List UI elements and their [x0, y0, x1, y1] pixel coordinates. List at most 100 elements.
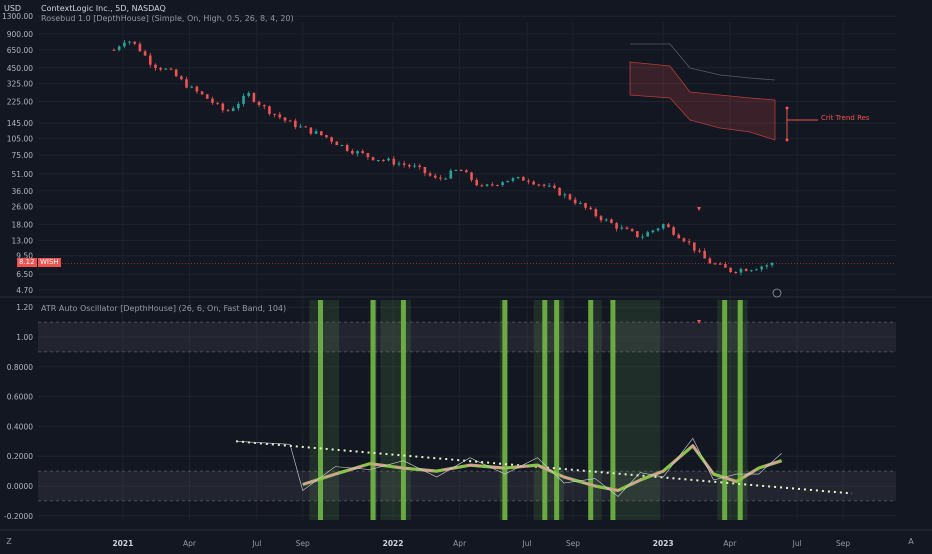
time-tick-label: 2021 [112, 539, 133, 548]
chart-stage: 1300.00 900.00 650.00 450.00 325.00 225.00 145… [0, 0, 932, 550]
price-tick-label: 4.70 [16, 286, 33, 295]
candle-body [770, 263, 774, 266]
candle-body [667, 224, 670, 228]
osc-tick-label: 1.20 [16, 303, 33, 312]
candle-body [558, 187, 561, 196]
candle-body [542, 184, 546, 186]
chart-canvas: 1300.00 900.00 650.00 450.00 325.00 225.00 145… [0, 12, 932, 548]
candle-body [361, 151, 365, 154]
candle-body [382, 159, 385, 161]
signal-bar [722, 300, 728, 520]
time-tick-label: Apr [723, 539, 737, 548]
candle-body [501, 182, 504, 186]
symbol-title[interactable]: ContextLogic Inc., 5D, NASDAQ [41, 4, 166, 13]
candle-body [724, 264, 727, 268]
osc-tick-label: 1.00 [16, 333, 33, 342]
candle-body [143, 51, 147, 56]
resistance-cloud [629, 61, 776, 141]
candle-body [371, 157, 375, 161]
candle-body [475, 180, 478, 186]
candle-body [755, 269, 758, 271]
candle-body [216, 102, 219, 104]
candle-body [138, 43, 142, 52]
signal-bar [318, 300, 324, 520]
candle-body [304, 126, 308, 128]
candle-body [547, 185, 551, 187]
z-badge[interactable]: Z [4, 537, 14, 546]
candle-body [335, 141, 339, 146]
candle-body [522, 177, 525, 181]
candle-body [516, 177, 520, 179]
time-tick-label: Jul [522, 539, 532, 548]
time-tick-label: Jul [251, 539, 261, 548]
price-tick-label: 650.00 [7, 46, 33, 55]
crit-trend-dot-top [785, 106, 789, 110]
candle-body [765, 265, 769, 267]
candle-body [237, 103, 240, 109]
candle-body [351, 150, 354, 154]
price-tick-label: 225.00 [7, 98, 33, 107]
candle-body [154, 64, 157, 69]
candle-body [205, 94, 209, 99]
candle-body [262, 105, 266, 107]
candle-body [677, 234, 681, 239]
signal-zone [533, 300, 565, 520]
candle-body [615, 223, 618, 229]
price-tick-label: 75.00 [12, 151, 34, 160]
candle-body [672, 227, 675, 235]
candle-body [397, 163, 401, 165]
candle-body [713, 263, 717, 265]
candle-body [718, 263, 722, 265]
candle-body [568, 194, 572, 200]
symbol-tag: WISH [38, 258, 61, 267]
candle-body [366, 153, 370, 158]
candle-body [563, 194, 567, 196]
candle-body [309, 127, 313, 134]
candle-body [687, 241, 691, 243]
candle-body [579, 203, 582, 205]
osc-tick-label: -0.2000 [4, 512, 33, 521]
candle-body [268, 106, 271, 114]
price-tick-label: 1300.00 [2, 12, 33, 21]
candle-body [693, 242, 696, 251]
candle-body [610, 219, 613, 224]
time-tick-label: Jul [792, 539, 802, 548]
candle-body [252, 93, 256, 102]
oscillator-title[interactable]: ATR Auto Oscillator [DepthHouse] (26, 6,… [41, 304, 286, 313]
candle-body [527, 180, 530, 182]
candle-body [330, 137, 333, 142]
time-tick-label: Sep [836, 539, 850, 548]
candle-body [319, 131, 323, 136]
candle-body [413, 165, 416, 167]
candle-body [195, 86, 199, 92]
price-tick-label: 13.00 [12, 236, 34, 245]
price-tick-label: 18.00 [12, 221, 34, 230]
candle-body [288, 120, 292, 122]
currency-label: USD [4, 4, 22, 13]
candle-body [211, 98, 214, 103]
signal-bar [400, 300, 406, 520]
candle-body [760, 266, 763, 270]
candle-body [641, 236, 644, 238]
time-tick-label: Sep [566, 539, 580, 548]
price-tick-label: 900.00 [7, 30, 33, 39]
candle-body [128, 41, 131, 43]
crit-trend-dot-bottom [785, 138, 789, 142]
a-badge[interactable]: A [906, 537, 916, 546]
upper-band [38, 322, 896, 352]
candle-body [247, 93, 251, 96]
price-tick-label: 51.00 [12, 170, 34, 179]
candle-body [428, 173, 432, 176]
candle-body [496, 184, 499, 186]
candle-body [449, 170, 453, 179]
candle-body [589, 207, 592, 210]
candle-body [392, 158, 396, 165]
candle-body [661, 224, 665, 229]
osc-tick-label: 0.6000 [7, 393, 33, 402]
signal-bar [370, 300, 376, 520]
price-tick-label: 145.00 [7, 119, 33, 128]
candle-body [190, 86, 194, 88]
indicator-title[interactable]: Rosebud 1.0 [DepthHouse] (Simple, On, Hi… [41, 14, 294, 23]
price-tick-label: 325.00 [7, 80, 33, 89]
time-tick-label: Apr [183, 539, 197, 548]
